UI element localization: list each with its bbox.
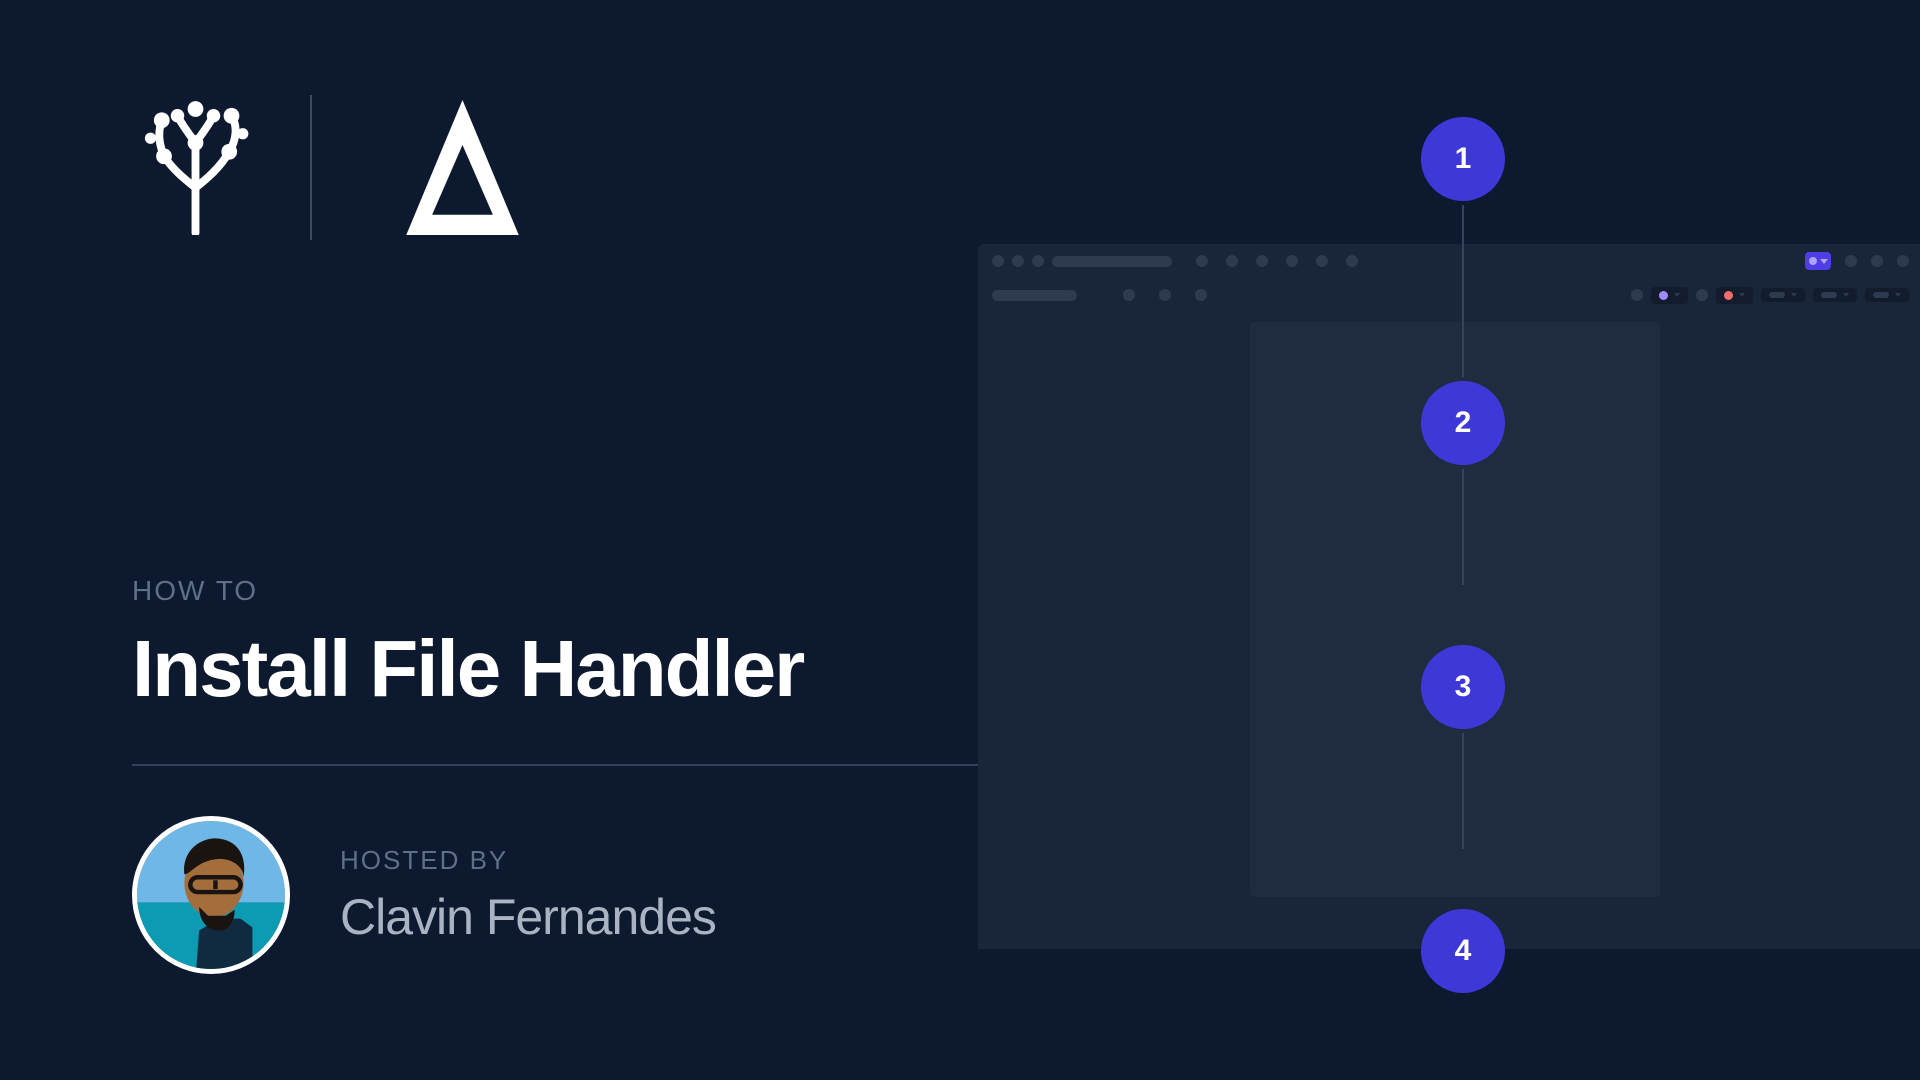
- delta-icon: [402, 98, 522, 238]
- title-divider: [132, 764, 1122, 766]
- tool-dot-icon: [1196, 255, 1208, 267]
- toolbar-right: [1805, 252, 1909, 270]
- traffic-dot-icon: [992, 255, 1004, 267]
- tool-dot-icon: [1845, 255, 1857, 267]
- tool-dot-icon: [1346, 255, 1358, 267]
- property-chip: [1865, 288, 1909, 302]
- tool-dot-icon: [1897, 255, 1909, 267]
- active-tool-chip: [1805, 252, 1831, 270]
- tab-dot-icon: [1159, 289, 1171, 301]
- host-label: HOSTED BY: [340, 845, 716, 876]
- app-tabbar: [978, 278, 1920, 312]
- tool-dot-icon: [1316, 255, 1328, 267]
- title-placeholder: [1052, 256, 1172, 267]
- avatar: [132, 816, 290, 974]
- host-name: Clavin Fernandes: [340, 888, 716, 946]
- property-chip: [1761, 288, 1805, 302]
- app-window-mock: [978, 244, 1920, 949]
- tool-dot-icon: [1286, 255, 1298, 267]
- tool-dot-icon: [1256, 255, 1268, 267]
- logo-divider: [310, 95, 312, 240]
- tool-dot-icon: [1226, 255, 1238, 267]
- toolbar-dots: [1196, 255, 1358, 267]
- tab-dot-icon: [1631, 289, 1643, 301]
- property-chip: [1716, 287, 1753, 304]
- tool-dot-icon: [1871, 255, 1883, 267]
- tab-placeholder: [992, 290, 1077, 301]
- step-connector: [1462, 205, 1464, 377]
- steps-track: 1 2 3 4: [1461, 113, 1465, 1080]
- tab-dot-icon: [1123, 289, 1135, 301]
- traffic-dot-icon: [1032, 255, 1044, 267]
- header-logos: [130, 95, 522, 240]
- tree-network-icon: [130, 95, 260, 240]
- traffic-dot-icon: [1012, 255, 1024, 267]
- step-badge-1: 1: [1421, 117, 1505, 201]
- step-badge-4: 4: [1421, 909, 1505, 993]
- tab-dot-icon: [1195, 289, 1207, 301]
- step-connector: [1462, 469, 1464, 585]
- tab-dot-icon: [1696, 289, 1708, 301]
- step-badge-2: 2: [1421, 381, 1505, 465]
- step-badge-3: 3: [1421, 645, 1505, 729]
- step-connector: [1462, 733, 1464, 849]
- property-chip: [1651, 287, 1688, 304]
- property-chip: [1813, 288, 1857, 302]
- app-titlebar: [978, 244, 1920, 278]
